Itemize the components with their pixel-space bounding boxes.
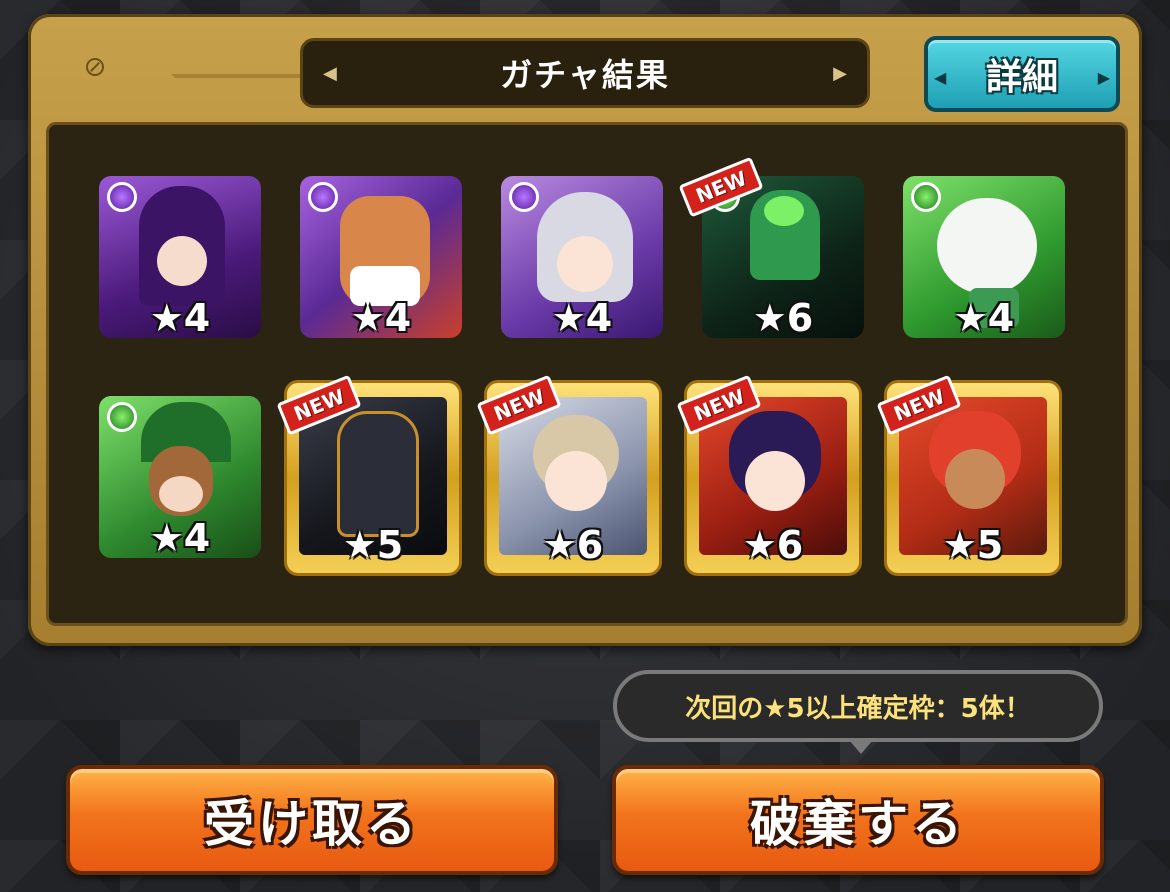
result-card[interactable]: ★4 <box>501 176 663 338</box>
rarity-stars: ★6 <box>542 523 604 567</box>
arrow-left-icon[interactable]: ◀ <box>323 63 337 84</box>
page-title: ガチャ結果 <box>500 56 670 94</box>
arrow-right-icon[interactable]: ▶ <box>833 63 847 84</box>
wood-attribute-icon <box>911 182 941 212</box>
result-card[interactable]: ★4 <box>300 176 462 338</box>
dark-attribute-icon <box>107 182 137 212</box>
rarity-stars: ★4 <box>551 296 613 338</box>
result-card[interactable]: ★4 <box>99 176 261 338</box>
detail-button-label: 詳細 <box>985 57 1058 98</box>
dark-attribute-icon <box>308 182 338 212</box>
title-bar: ◀ ガチャ結果 ▶ <box>300 38 870 108</box>
chevron-left-icon: ◀ <box>934 68 947 87</box>
detail-button[interactable]: ◀ 詳細 ▶ <box>924 36 1120 112</box>
rarity-stars: ★4 <box>149 296 211 338</box>
rarity-stars: ★6 <box>742 523 804 567</box>
frame-decoration <box>121 14 315 78</box>
chevron-right-icon: ▶ <box>1097 68 1110 87</box>
discard-button[interactable]: 破棄する <box>612 765 1104 875</box>
screw-icon <box>86 58 104 76</box>
wood-attribute-icon <box>107 402 137 432</box>
rarity-stars: ★6 <box>752 296 814 338</box>
guarantee-notice: 次回の★5以上確定枠：5体！ <box>613 670 1103 754</box>
receive-button-label: 受け取る <box>204 795 420 853</box>
discard-button-label: 破棄する <box>750 795 966 853</box>
rarity-stars: ★5 <box>342 523 404 567</box>
result-card[interactable]: ★4 <box>99 396 261 558</box>
result-card[interactable]: ★4 <box>903 176 1065 338</box>
rarity-stars: ★4 <box>149 516 211 558</box>
receive-button[interactable]: 受け取る <box>66 765 558 875</box>
rarity-stars: ★4 <box>350 296 412 338</box>
guarantee-notice-text: 次回の★5以上確定枠：5体！ <box>685 693 1031 724</box>
dark-attribute-icon <box>509 182 539 212</box>
rarity-stars: ★5 <box>942 523 1004 567</box>
rarity-stars: ★4 <box>953 296 1015 338</box>
